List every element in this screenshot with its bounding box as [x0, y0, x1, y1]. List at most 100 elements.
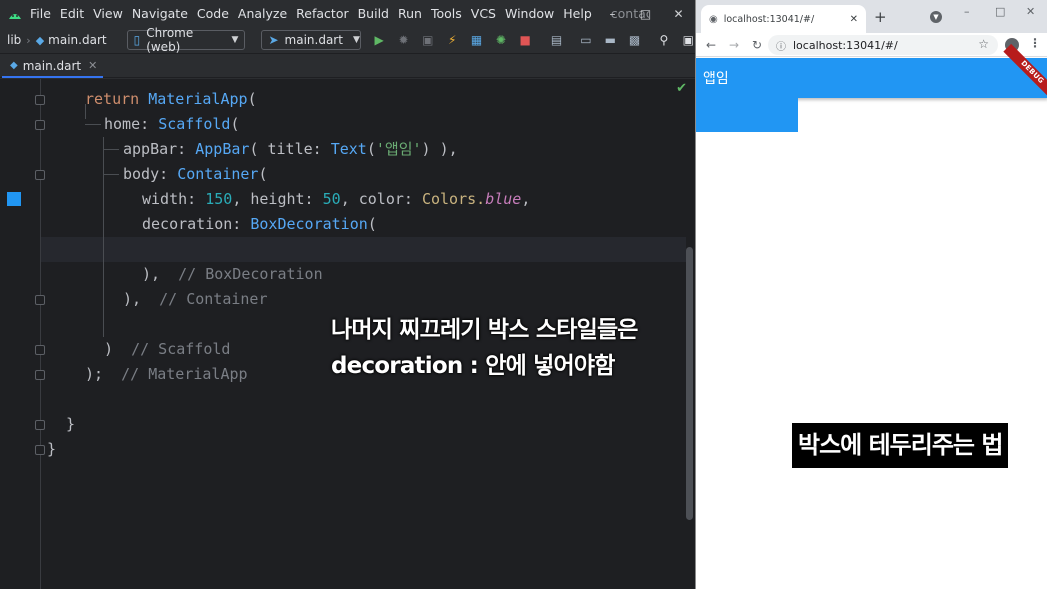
minimize-icon[interactable]: –	[596, 0, 629, 27]
browser-tab[interactable]: ◉ localhost:13041/#/ ✕	[701, 5, 866, 33]
code-line-9: ) // Scaffold	[104, 337, 230, 362]
menu-tools[interactable]: Tools	[431, 6, 462, 21]
code-line-11: }	[66, 415, 76, 433]
code-line-2: home: Scaffold(	[104, 112, 239, 137]
tab-search-icon[interactable]: ▼	[930, 11, 942, 23]
run-config-select[interactable]: ➤ main.dart ▼	[261, 30, 362, 50]
code-comment: // BoxDecoration	[178, 265, 323, 283]
menu-analyze[interactable]: Analyze	[238, 6, 287, 21]
code-line-10: ); // MaterialApp	[85, 362, 248, 387]
menu-window[interactable]: Window	[505, 6, 554, 21]
terminal-icon[interactable]: ▭	[579, 33, 592, 47]
tab-main-dart[interactable]: ◆ main.dart ✕	[2, 55, 104, 78]
fold-icon[interactable]	[35, 120, 45, 130]
close-icon[interactable]: ✕	[662, 0, 695, 27]
menu-file[interactable]: File	[30, 6, 51, 21]
fold-icon[interactable]	[35, 170, 45, 180]
code-token: blue	[485, 190, 522, 208]
code-line-6: decoration: BoxDecoration(	[142, 212, 377, 237]
fold-icon[interactable]	[35, 420, 45, 430]
hot-reload-icon[interactable]: ⚡	[446, 33, 459, 47]
bookmark-star-icon[interactable]: ☆	[978, 37, 989, 51]
menu-refactor[interactable]: Refactor	[296, 6, 348, 21]
fold-icon[interactable]	[35, 295, 45, 305]
app-bar-title: 앱임	[703, 71, 729, 87]
flutter-app-bar: 앱임 DEBUG	[696, 43, 1047, 102]
device-manager-icon[interactable]: ▤	[550, 33, 563, 47]
kebab-menu-icon[interactable]: ⋮	[1029, 36, 1041, 50]
color-swatch-icon[interactable]	[7, 192, 21, 206]
profile-icon[interactable]: ▣	[421, 33, 434, 47]
globe-icon: ◉	[709, 13, 718, 25]
code-token: (	[258, 165, 268, 183]
address-url: localhost:13041/#/	[793, 38, 898, 52]
code-token: , height:	[232, 190, 323, 208]
new-tab-plus-icon[interactable]: +	[874, 8, 887, 26]
settings-icon[interactable]: ▣	[682, 33, 695, 47]
fold-icon[interactable]	[35, 370, 45, 380]
avd-icon[interactable]: ▬	[604, 33, 617, 47]
code-comment: // Container	[159, 290, 268, 308]
address-bar[interactable]: ⓘ localhost:13041/#/ ☆	[768, 35, 998, 55]
fold-icon[interactable]	[35, 95, 45, 105]
code-token: 50	[322, 190, 341, 208]
hot-restart-icon[interactable]: ▦	[470, 33, 483, 47]
editor-scrollbar[interactable]	[686, 247, 693, 520]
attach-debugger-icon[interactable]: ✺	[494, 33, 507, 47]
video-subtitle-left: 나머지 찌끄레기 박스 스타일들은 decoration : 안에 넣어야함	[331, 312, 638, 384]
code-line-1: return MaterialApp(	[85, 87, 257, 112]
code-token: (	[367, 215, 377, 233]
reload-icon[interactable]: ↻	[749, 38, 765, 52]
code-token: AppBar	[195, 140, 250, 158]
back-arrow-icon[interactable]: ←	[703, 38, 719, 52]
code-token: home:	[104, 115, 150, 133]
menu-navigate[interactable]: Navigate	[132, 6, 188, 21]
browser-tab-title: localhost:13041/#/	[723, 13, 815, 25]
breadcrumb-folder[interactable]: lib	[7, 33, 21, 47]
code-token: (	[247, 90, 257, 108]
code-comment: // Scaffold	[131, 340, 231, 358]
menu-build[interactable]: Build	[358, 6, 389, 21]
close-icon[interactable]: ✕	[1026, 5, 1035, 18]
menu-vcs[interactable]: VCS	[471, 6, 496, 21]
code-line-12: }	[47, 440, 57, 458]
close-icon[interactable]: ✕	[850, 14, 858, 25]
code-token: ),	[123, 290, 142, 308]
forward-arrow-icon[interactable]: →	[726, 38, 742, 52]
android-studio-logo-icon	[8, 8, 22, 20]
run-config-label: main.dart	[284, 33, 343, 47]
device-select[interactable]: ▯ Chrome (web) ▼	[126, 26, 246, 54]
run-icon[interactable]: ▶	[372, 33, 385, 47]
code-line-8: ), // Container	[123, 287, 268, 312]
code-comment: // MaterialApp	[121, 365, 248, 383]
code-token: appBar:	[123, 140, 187, 158]
code-token: BoxDecoration	[250, 215, 368, 233]
sdk-manager-icon[interactable]: ▩	[628, 33, 641, 47]
code-token: ),	[142, 265, 161, 283]
maximize-icon[interactable]: □	[629, 0, 662, 27]
debug-icon[interactable]: ✹	[397, 33, 410, 47]
search-icon[interactable]: ⚲	[657, 33, 670, 47]
maximize-icon[interactable]: □	[995, 5, 1005, 18]
code-token: ) ),	[421, 140, 458, 158]
stop-icon[interactable]: ■	[519, 33, 532, 47]
code-token: ( title:	[249, 140, 331, 158]
info-icon[interactable]: ⓘ	[776, 38, 786, 53]
close-icon[interactable]: ✕	[88, 59, 97, 72]
fold-icon[interactable]	[35, 445, 45, 455]
breadcrumb-file[interactable]: main.dart	[48, 33, 106, 47]
minimize-icon[interactable]: –	[964, 5, 970, 18]
code-token: ,	[521, 190, 531, 208]
code-token: Container	[177, 165, 259, 183]
code-token: width:	[142, 190, 206, 208]
menu-edit[interactable]: Edit	[60, 6, 84, 21]
menu-help[interactable]: Help	[563, 6, 592, 21]
caret-down-icon: ▼	[231, 35, 239, 45]
indent-guide	[103, 149, 119, 150]
menu-run[interactable]: Run	[398, 6, 422, 21]
fold-icon[interactable]	[35, 345, 45, 355]
menu-code[interactable]: Code	[197, 6, 229, 21]
indent-guide	[103, 174, 119, 175]
code-token: 150	[205, 190, 233, 208]
menu-view[interactable]: View	[93, 6, 123, 21]
